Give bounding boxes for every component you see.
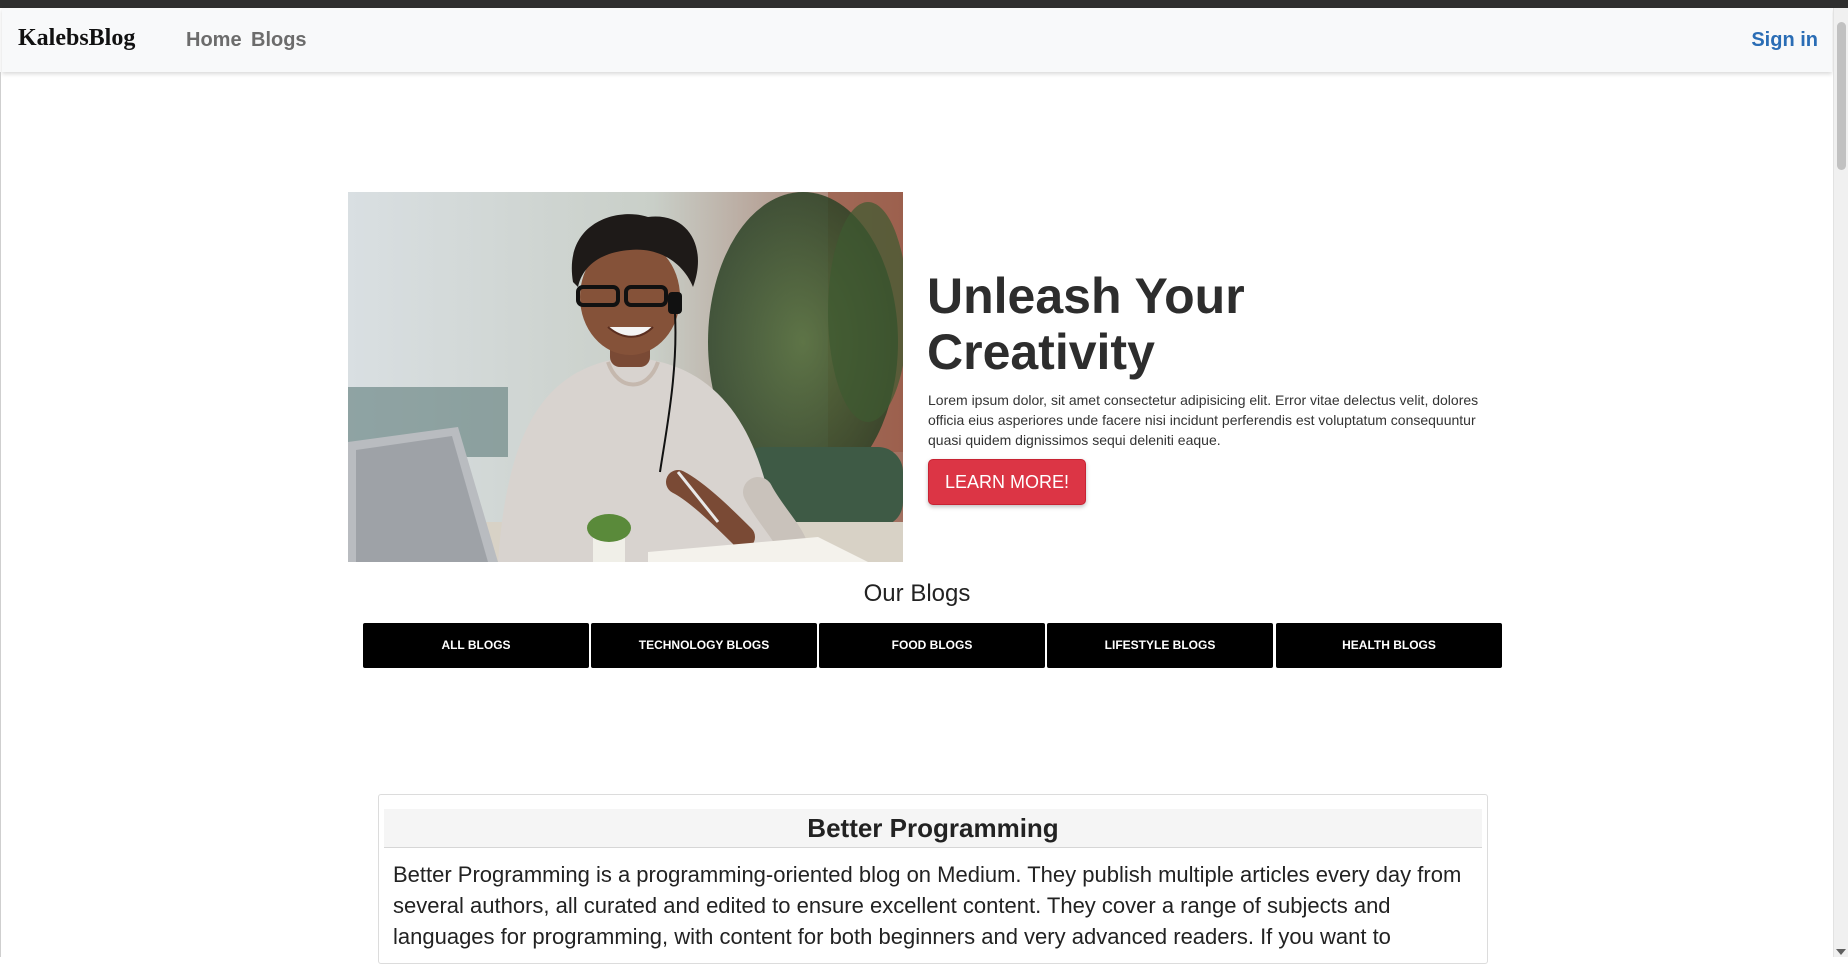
hero-description: Lorem ipsum dolor, sit amet consectetur … xyxy=(928,392,1479,448)
hero-image xyxy=(348,192,903,562)
brand-logo[interactable]: KalebsBlog xyxy=(18,25,135,52)
nav-link-home[interactable]: Home xyxy=(186,29,242,52)
learn-more-button[interactable]: LEARN MORE! xyxy=(928,459,1086,505)
category-all-blogs-button[interactable]: ALL BLOGS xyxy=(363,623,589,668)
nav-link-blogs[interactable]: Blogs xyxy=(251,29,307,52)
category-technology-blogs-button[interactable]: TECHNOLOGY BLOGS xyxy=(591,623,817,668)
navbar: KalebsBlog Home Blogs Sign in xyxy=(2,8,1832,72)
blog-card-title: Better Programming xyxy=(384,809,1482,848)
blog-card-description: Better Programming is a programming-orie… xyxy=(393,862,1462,949)
browser-top-strip xyxy=(0,0,1848,8)
blog-card: Better Programming Better Programming is… xyxy=(378,794,1488,964)
category-food-blogs-button[interactable]: FOOD BLOGS xyxy=(819,623,1045,668)
our-blogs-title: Our Blogs xyxy=(863,580,971,607)
scrollbar-thumb[interactable] xyxy=(1837,22,1846,170)
hero-title: Unleash Your Creativity xyxy=(927,268,1245,380)
scroll-down-arrow-icon[interactable] xyxy=(1836,949,1846,955)
signin-link[interactable]: Sign in xyxy=(1751,29,1818,52)
category-health-blogs-button[interactable]: HEALTH BLOGS xyxy=(1276,623,1502,668)
vertical-scrollbar[interactable] xyxy=(1833,8,1848,957)
page-left-border xyxy=(0,72,1,957)
category-lifestyle-blogs-button[interactable]: LIFESTYLE BLOGS xyxy=(1047,623,1273,668)
